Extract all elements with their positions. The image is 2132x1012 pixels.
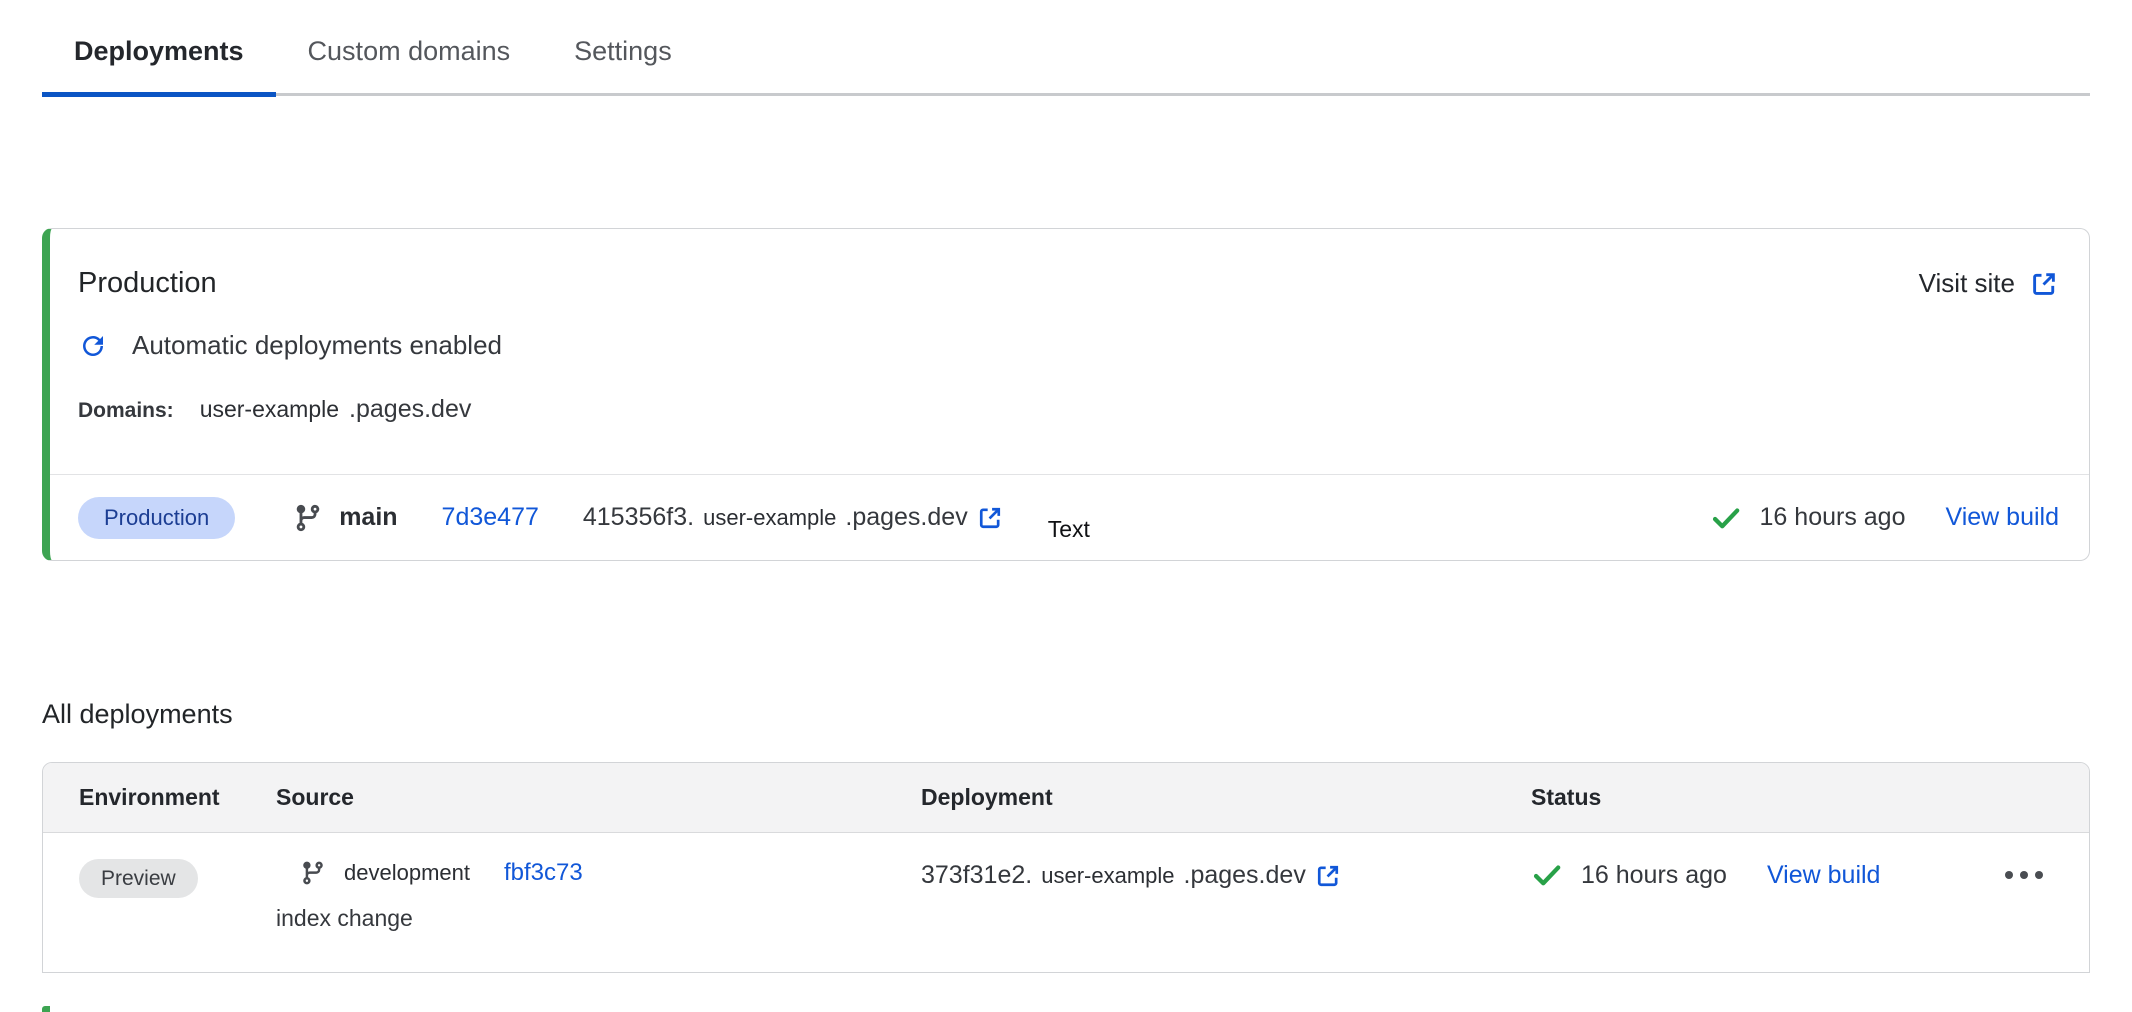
source-cell: development fbf3c73 index change (276, 859, 921, 932)
domain-name: user-example (200, 396, 339, 423)
production-card-header: Production Visit site Automatic deployme… (50, 229, 2089, 474)
deployment-cell: 373f31e2. user-example .pages.dev (921, 859, 1531, 890)
deployment-url-suffix: .pages.dev (845, 503, 967, 532)
deployment-url-suffix: .pages.dev (1184, 861, 1306, 890)
branch-name: development (344, 860, 470, 886)
column-environment: Environment (79, 784, 276, 811)
external-link-icon (2029, 269, 2059, 299)
branch-name: main (339, 503, 397, 532)
domains-row: Domains: user-example .pages.dev (78, 395, 2059, 424)
table-header-row: Environment Source Deployment Status (43, 763, 2089, 833)
commit-message: index change (276, 905, 921, 932)
table-row: Preview development fbf3c73 index change… (43, 833, 2089, 972)
production-deployment-row: Production main 7d3e477 415356f3. user-e… (50, 474, 2089, 560)
visit-site-link[interactable]: Visit site (1919, 268, 2059, 299)
next-card-green-edge (42, 1006, 50, 1012)
menu-dot (2035, 871, 2043, 879)
auto-deployments-row: Automatic deployments enabled (78, 330, 2059, 361)
deployment-time: 16 hours ago (1581, 861, 1727, 890)
deployment-time: 16 hours ago (1760, 503, 1906, 532)
visit-site-label: Visit site (1919, 268, 2015, 299)
deployments-table: Environment Source Deployment Status Pre… (42, 762, 2090, 973)
column-deployment: Deployment (921, 784, 1531, 811)
refresh-icon (78, 331, 108, 361)
environment-badge: Production (78, 497, 235, 539)
column-status: Status (1531, 784, 2089, 811)
tab-settings[interactable]: Settings (542, 30, 704, 93)
deployment-url-link[interactable]: 373f31e2. user-example .pages.dev (921, 861, 1531, 890)
tab-bar: Deployments Custom domains Settings (42, 0, 2090, 96)
git-branch-icon (293, 503, 323, 533)
deployment-url-name: user-example (703, 505, 836, 531)
commit-link[interactable]: 7d3e477 (442, 503, 539, 532)
row-menu-button[interactable] (2003, 865, 2045, 885)
deployment-url-name: user-example (1041, 863, 1174, 889)
column-source: Source (276, 784, 921, 811)
menu-dot (2005, 871, 2013, 879)
domain-suffix: .pages.dev (349, 395, 471, 424)
status-cell: 16 hours ago View build (1531, 859, 2089, 891)
environment-badge: Preview (79, 859, 198, 898)
menu-dot (2020, 871, 2028, 879)
success-check-icon (1531, 859, 1563, 891)
commit-link[interactable]: fbf3c73 (504, 859, 583, 887)
success-check-icon (1710, 502, 1742, 534)
deployment-url-prefix: 415356f3. (583, 503, 694, 532)
deployment-url-link[interactable]: 415356f3. user-example .pages.dev (583, 503, 1004, 532)
text-annotation: Text (1048, 516, 1090, 543)
production-title: Production (78, 267, 217, 300)
deployment-url-prefix: 373f31e2. (921, 861, 1032, 890)
all-deployments-heading: All deployments (42, 699, 2132, 730)
external-link-icon (976, 504, 1004, 532)
production-card: Production Visit site Automatic deployme… (42, 228, 2090, 561)
auto-deployments-text: Automatic deployments enabled (132, 330, 502, 361)
view-build-link[interactable]: View build (1945, 503, 2059, 532)
external-link-icon (1314, 862, 1342, 890)
branch-group: main (293, 503, 397, 533)
view-build-link[interactable]: View build (1767, 861, 1881, 890)
tab-custom-domains[interactable]: Custom domains (276, 30, 543, 93)
git-branch-icon (300, 860, 326, 886)
domains-label: Domains: (78, 399, 174, 423)
environment-cell: Preview (79, 859, 276, 898)
tab-deployments[interactable]: Deployments (42, 30, 276, 93)
